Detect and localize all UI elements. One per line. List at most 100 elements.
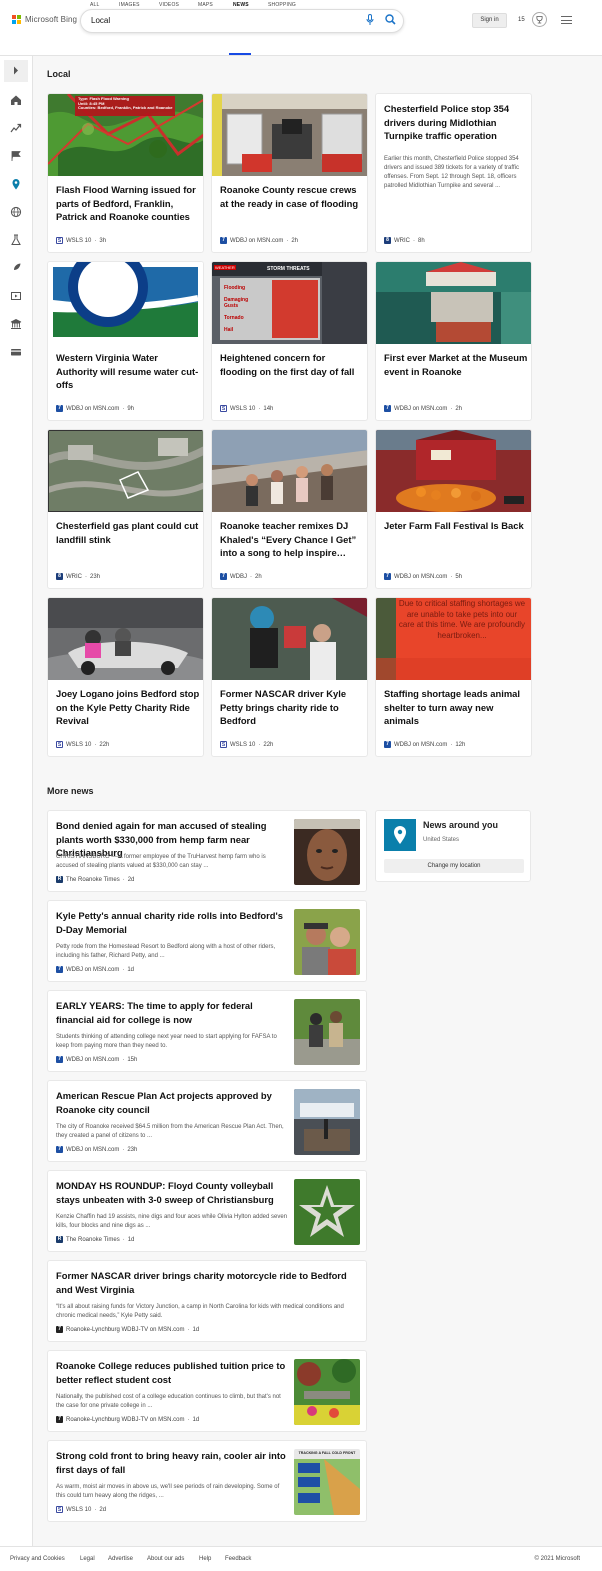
tab-shopping[interactable]: SHOPPING bbox=[268, 2, 296, 8]
card-image bbox=[212, 94, 367, 176]
logo-text: Microsoft Bing bbox=[25, 15, 78, 24]
tab-all[interactable]: ALL bbox=[90, 2, 100, 8]
globe-icon[interactable] bbox=[10, 206, 22, 218]
tab-news[interactable]: NEWS bbox=[233, 2, 249, 8]
wsls-logo-icon: S bbox=[220, 405, 227, 412]
news-title[interactable]: Roanoke College reduces published tuitio… bbox=[56, 1359, 288, 1386]
news-title[interactable]: Strong cold front to bring heavy rain, c… bbox=[56, 1449, 288, 1476]
news-snippet: Petty rode from the Homestead Resort to … bbox=[56, 944, 276, 959]
news-card[interactable]: Jeter Farm Fall Festival Is Back 7 WDBJ … bbox=[375, 429, 532, 589]
news-title[interactable]: American Rescue Plan Act projects approv… bbox=[56, 1089, 288, 1116]
card-title[interactable]: Roanoke County rescue crews at the ready… bbox=[220, 183, 364, 210]
government-icon[interactable] bbox=[10, 318, 22, 330]
news-title[interactable]: EARLY YEARS: The time to apply for feder… bbox=[56, 999, 288, 1026]
card-title[interactable]: Former NASCAR driver Kyle Petty brings c… bbox=[220, 687, 364, 728]
source-name: WDBJ on MSN.com bbox=[66, 1056, 120, 1063]
card-title[interactable]: Heightened concern for flooding on the f… bbox=[220, 351, 364, 378]
finance-icon[interactable] bbox=[10, 346, 22, 358]
search-input[interactable]: Local bbox=[91, 16, 110, 25]
news-card[interactable]: Roanoke County rescue crews at the ready… bbox=[211, 93, 368, 253]
footer-link-privacy[interactable]: Privacy and Cookies bbox=[10, 1556, 65, 1562]
wdbj-logo-icon: 7 bbox=[384, 405, 391, 412]
search-icon[interactable] bbox=[385, 14, 396, 25]
news-card[interactable]: Western Virginia Water Authority will re… bbox=[47, 261, 204, 421]
tab-maps[interactable]: MAPS bbox=[198, 2, 213, 8]
footer-link-help[interactable]: Help bbox=[199, 1556, 211, 1562]
source-name: WDBJ on MSN.com bbox=[394, 741, 448, 748]
source-name: WDBJ on MSN.com bbox=[66, 966, 120, 973]
news-card[interactable]: Chesterfield gas plant could cut landfil… bbox=[47, 429, 204, 589]
news-list-item[interactable]: Strong cold front to bring heavy rain, c… bbox=[47, 1440, 367, 1522]
card-source: S WSLS 10 · 22h bbox=[56, 741, 110, 748]
footer-link-feedback[interactable]: Feedback bbox=[225, 1556, 251, 1562]
news-list-item[interactable]: EARLY YEARS: The time to apply for feder… bbox=[47, 990, 367, 1072]
news-card[interactable]: Type: Flash Flood Warning Until: 8:45 PM… bbox=[47, 93, 204, 253]
footer-link-legal[interactable]: Legal bbox=[80, 1556, 95, 1562]
source-name: Roanoke-Lynchburg WDBJ-TV on MSN.com bbox=[66, 1416, 185, 1423]
card-title[interactable]: Chesterfield Police stop 354 drivers dur… bbox=[384, 102, 528, 143]
search-box[interactable]: Local bbox=[80, 9, 404, 33]
news-source: 7 WDBJ on MSN.com · 1d bbox=[56, 966, 134, 973]
microphone-icon[interactable] bbox=[366, 14, 374, 26]
hamburger-menu-icon[interactable] bbox=[561, 16, 572, 24]
source-name: WRIC bbox=[66, 573, 82, 580]
home-icon[interactable] bbox=[10, 94, 22, 106]
news-card[interactable]: WEATHER STORM THREATS Flooding Damaging … bbox=[211, 261, 368, 421]
rewards-count[interactable]: 15 bbox=[518, 17, 525, 23]
change-location-button[interactable]: Change my location bbox=[384, 859, 524, 873]
trending-icon[interactable] bbox=[10, 122, 22, 134]
bing-logo[interactable]: Microsoft Bing bbox=[12, 15, 77, 24]
news-title[interactable]: MONDAY HS ROUNDUP: Floyd County volleyba… bbox=[56, 1179, 288, 1206]
news-list-item[interactable]: Former NASCAR driver brings charity moto… bbox=[47, 1260, 367, 1342]
card-source: 8 WRIC · 23h bbox=[56, 573, 100, 580]
rewards-trophy-icon[interactable] bbox=[532, 12, 547, 27]
card-title[interactable]: Roanoke teacher remixes DJ Khaled's “Eve… bbox=[220, 519, 364, 560]
card-title[interactable]: First ever Market at the Museum event in… bbox=[384, 351, 528, 378]
source-time: 9h bbox=[127, 405, 135, 412]
source-time: 2h bbox=[291, 237, 299, 244]
video-icon[interactable] bbox=[10, 290, 22, 302]
news-list-item[interactable]: American Rescue Plan Act projects approv… bbox=[47, 1080, 367, 1162]
card-image bbox=[48, 262, 203, 344]
card-title[interactable]: Joey Logano joins Bedford stop on the Ky… bbox=[56, 687, 200, 728]
news-thumbnail: TRACKING A FALL COLD FRONT bbox=[294, 1449, 360, 1515]
card-title[interactable]: Jeter Farm Fall Festival Is Back bbox=[384, 519, 528, 533]
news-card[interactable]: Chesterfield Police stop 354 drivers dur… bbox=[375, 93, 532, 253]
wsls-logo-icon: S bbox=[56, 741, 63, 748]
wdbj-logo-icon: 7 bbox=[56, 1146, 63, 1153]
sign-in-button[interactable]: Sign in bbox=[472, 13, 507, 28]
tab-images[interactable]: IMAGES bbox=[119, 2, 140, 8]
more-news-title: More news bbox=[47, 786, 94, 796]
news-list-item[interactable]: Bond denied again for man accused of ste… bbox=[47, 810, 367, 892]
card-title[interactable]: Staffing shortage leads animal shelter t… bbox=[384, 687, 528, 728]
card-source: 7 WDBJ on MSN.com · 12h bbox=[384, 741, 465, 748]
card-title[interactable]: Chesterfield gas plant could cut landfil… bbox=[56, 519, 200, 546]
news-list-item[interactable]: Roanoke College reduces published tuitio… bbox=[47, 1350, 367, 1432]
location-icon[interactable] bbox=[10, 178, 22, 190]
source-name: WSLS 10 bbox=[66, 1506, 92, 1513]
news-title[interactable]: Kyle Petty's annual charity ride rolls i… bbox=[56, 909, 288, 936]
flag-icon[interactable] bbox=[10, 150, 22, 162]
news-card[interactable]: Former NASCAR driver Kyle Petty brings c… bbox=[211, 597, 368, 757]
source-time: 1d bbox=[192, 1326, 200, 1333]
source-name: WDBJ on MSN.com bbox=[394, 573, 448, 580]
news-title[interactable]: Former NASCAR driver brings charity moto… bbox=[56, 1269, 356, 1296]
news-card[interactable]: Due to critical staffing shortages we ar… bbox=[375, 597, 532, 757]
card-title[interactable]: Flash Flood Warning issued for parts of … bbox=[56, 183, 200, 224]
news-card[interactable]: First ever Market at the Museum event in… bbox=[375, 261, 532, 421]
news-list-item[interactable]: Kyle Petty's annual charity ride rolls i… bbox=[47, 900, 367, 982]
rocket-icon[interactable] bbox=[10, 262, 22, 274]
footer-link-advertise[interactable]: Advertise bbox=[108, 1556, 133, 1562]
news-card[interactable]: Roanoke teacher remixes DJ Khaled's “Eve… bbox=[211, 429, 368, 589]
news-source: R The Roanoke Times · 2d bbox=[56, 876, 135, 883]
tab-videos[interactable]: VIDEOS bbox=[159, 2, 179, 8]
science-icon[interactable] bbox=[10, 234, 22, 246]
news-card[interactable]: Joey Logano joins Bedford stop on the Ky… bbox=[47, 597, 204, 757]
sidebar-expand-button[interactable] bbox=[4, 60, 28, 82]
source-time: 2h bbox=[455, 405, 463, 412]
around-location: United States bbox=[423, 837, 460, 843]
news-list-item[interactable]: MONDAY HS ROUNDUP: Floyd County volleyba… bbox=[47, 1170, 367, 1252]
footer-link-about-ads[interactable]: About our ads bbox=[147, 1556, 184, 1562]
card-title[interactable]: Western Virginia Water Authority will re… bbox=[56, 351, 200, 392]
news-source: S WSLS 10 · 2d bbox=[56, 1506, 107, 1513]
